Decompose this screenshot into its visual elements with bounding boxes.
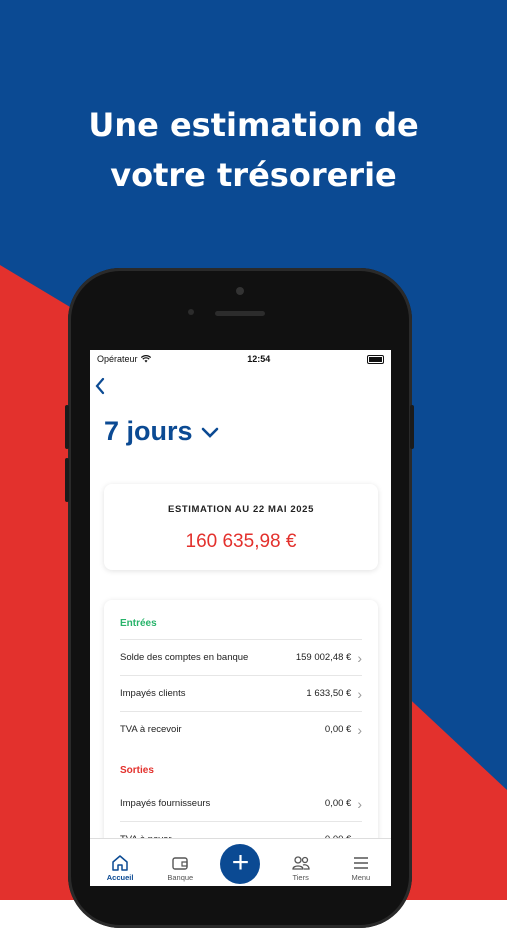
status-time: 12:54 (247, 354, 271, 364)
wallet-icon (172, 857, 188, 870)
phone-power-button (410, 405, 414, 449)
battery-icon (367, 354, 384, 364)
period-selector[interactable]: 7 jours (104, 416, 219, 447)
back-button[interactable] (94, 376, 106, 400)
tab-menu-label: Menu (351, 873, 371, 882)
tab-home[interactable]: Accueil (95, 853, 145, 882)
entry-row-client-unpaid[interactable]: Impayés clients 1 633,50 € › (120, 675, 362, 711)
tab-bar: Accueil Banque + Tiers Menu (90, 838, 391, 886)
period-label: 7 jours (104, 416, 193, 446)
entries-title: Entrées (120, 618, 157, 629)
outflows-title: Sorties (120, 765, 154, 776)
chevron-right-icon: › (357, 685, 362, 702)
row-label: TVA à recevoir (120, 724, 182, 735)
tab-thirdparty-label: Tiers (292, 873, 309, 882)
row-value: 0,00 € (324, 798, 352, 809)
tab-bank-label: Banque (167, 873, 194, 882)
phone-volume-up (65, 405, 69, 449)
phone-volume-down (65, 458, 69, 502)
carrier-label: Opérateur (97, 354, 138, 364)
chevron-left-icon (95, 377, 105, 395)
front-camera (236, 287, 244, 295)
tab-menu[interactable]: Menu (336, 853, 386, 882)
row-value: 1 633,50 € (306, 688, 352, 699)
add-button[interactable]: + (220, 844, 261, 884)
row-label: Impayés fournisseurs (120, 798, 211, 809)
tab-bank[interactable]: Banque (155, 853, 205, 882)
proximity-sensor (188, 309, 194, 315)
headline-line2: votre trésorerie (110, 156, 397, 194)
tab-add[interactable]: + (215, 844, 265, 884)
earpiece-speaker (215, 311, 265, 316)
entry-row-bank-balance[interactable]: Solde des comptes en banque 159 002,48 €… (120, 639, 362, 675)
headline-line1: Une estimation de (88, 106, 419, 144)
wifi-icon (140, 355, 151, 363)
estimation-card: ESTIMATION AU 22 MAI 2025 160 635,98 € (104, 484, 378, 570)
row-value: 159 002,48 € (295, 652, 352, 663)
outflow-row-supplier-unpaid[interactable]: Impayés fournisseurs 0,00 € › (120, 786, 362, 821)
app-screen: Opérateur 12:54 7 jours ESTIMATION AU 22… (90, 350, 391, 886)
home-icon (112, 855, 128, 871)
estimation-label: ESTIMATION AU 22 MAI 2025 (168, 504, 314, 515)
chevron-right-icon: › (357, 795, 362, 812)
headline: Une estimation de votre trésorerie (0, 100, 507, 200)
entry-row-vat-receivable[interactable]: TVA à recevoir 0,00 € › (120, 711, 362, 747)
hamburger-menu-icon (353, 857, 368, 869)
chevron-down-icon (201, 427, 218, 438)
row-label: Solde des comptes en banque (120, 652, 249, 663)
estimation-amount: 160 635,98 € (185, 531, 297, 552)
row-label: Impayés clients (120, 688, 186, 699)
chevron-right-icon: › (357, 649, 362, 666)
users-icon (292, 856, 310, 870)
row-value: 0,00 € (324, 724, 352, 735)
tab-home-label: Accueil (106, 873, 134, 882)
status-bar: Opérateur 12:54 (90, 350, 391, 368)
tab-thirdparty[interactable]: Tiers (276, 853, 326, 882)
chevron-right-icon: › (357, 721, 362, 738)
